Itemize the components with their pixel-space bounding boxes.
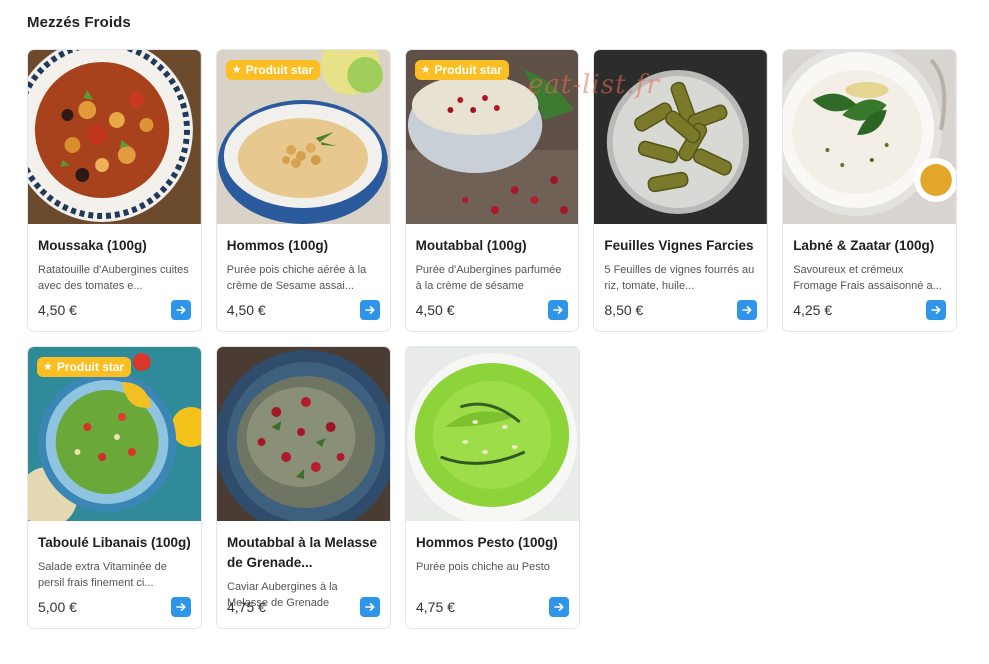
product-title: Taboulé Libanais (100g) <box>38 535 191 550</box>
product-description: Savoureux et crémeux Fromage Frais assai… <box>793 264 942 292</box>
star-icon: ★ <box>231 64 242 76</box>
product-card-labne-zaatar[interactable]: Labné & Zaatar (100g) Savoureux et créme… <box>782 49 957 332</box>
section-title: Mezzés Froids <box>27 14 131 31</box>
star-icon: ★ <box>43 361 53 373</box>
product-image <box>783 50 956 224</box>
product-row: ★ Produit star Taboulé Libanais (100g) S… <box>27 346 957 629</box>
product-title: Hommos (100g) <box>226 238 329 253</box>
product-description: Salade extra Vitaminée de persil frais f… <box>38 561 167 589</box>
product-title: Moussaka (100g) <box>38 238 147 253</box>
arrow-right-icon <box>554 603 564 611</box>
product-image <box>217 347 390 521</box>
product-grid: Moussaka (100g) Ratatouille d'Aubergines… <box>27 49 957 643</box>
product-price: 4,75 € <box>227 599 266 615</box>
product-title: Labné & Zaatar (100g) <box>793 238 935 253</box>
product-image <box>594 50 768 224</box>
badge-label: Produit star <box>245 63 314 77</box>
star-product-badge: ★ Produit star <box>225 60 321 80</box>
product-title: Moutabbal à la Melasse de Grenade... <box>227 535 378 570</box>
product-image <box>406 347 579 521</box>
arrow-right-icon <box>364 306 375 314</box>
open-product-button[interactable] <box>360 597 380 617</box>
product-card-hommos[interactable]: ★ Produit star Hommos (100g) Purée pois … <box>215 49 391 332</box>
open-product-button[interactable] <box>170 300 191 320</box>
arrow-right-icon <box>365 603 375 611</box>
star-product-badge: ★ Produit star <box>37 357 132 377</box>
product-row: Moussaka (100g) Ratatouille d'Aubergines… <box>27 49 957 332</box>
product-image <box>28 50 201 224</box>
product-price: 4,25 € <box>793 302 833 318</box>
open-product-button[interactable] <box>925 300 946 320</box>
product-title: Feuilles Vignes Farcies <box>604 238 754 253</box>
product-price: 5,00 € <box>38 599 77 615</box>
product-description: Purée pois chiche au Pesto <box>416 561 550 573</box>
arrow-right-icon <box>742 306 752 314</box>
badge-label: Produit star <box>434 63 502 77</box>
open-product-button[interactable] <box>549 597 569 617</box>
product-description: 5 Feuilles de vignes fourrés au riz, tom… <box>604 264 755 292</box>
open-product-button[interactable] <box>171 597 191 617</box>
open-product-button[interactable] <box>548 300 569 320</box>
arrow-right-icon <box>931 306 941 314</box>
star-icon: ★ <box>420 64 431 76</box>
product-card-taboule[interactable]: ★ Produit star Taboulé Libanais (100g) S… <box>27 346 202 629</box>
product-image: ★ Produit star <box>28 347 201 521</box>
product-description: Purée pois chiche aérée à la crème de Se… <box>226 264 367 292</box>
product-card-feuilles-vignes[interactable]: Feuilles Vignes Farcies 5 Feuilles de vi… <box>593 49 769 332</box>
product-card-hommos-pesto[interactable]: Hommos Pesto (100g) Purée pois chiche au… <box>405 346 580 629</box>
product-description: Ratatouille d'Aubergines cuites avec des… <box>38 264 189 292</box>
product-price: 4,50 € <box>38 302 77 318</box>
product-price: 4,50 € <box>415 302 455 318</box>
badge-label: Produit star <box>56 360 125 374</box>
star-product-badge: ★ Produit star <box>414 60 509 80</box>
arrow-right-icon <box>175 306 186 314</box>
product-title: Moutabbal (100g) <box>415 238 527 253</box>
product-price: 4,75 € <box>416 599 455 615</box>
arrow-right-icon <box>176 603 186 611</box>
product-description: Purée d'Aubergines parfumée à la crème d… <box>415 264 562 292</box>
product-card-moutabbal-melasse[interactable]: Moutabbal à la Melasse de Grenade... Cav… <box>216 346 391 629</box>
product-card-moussaka[interactable]: Moussaka (100g) Ratatouille d'Aubergines… <box>27 49 202 332</box>
product-image: ★ Produit star <box>405 50 579 224</box>
arrow-right-icon <box>553 306 563 314</box>
product-card-moutabbal[interactable]: ★ Produit star Moutabbal (100g) Purée d'… <box>404 49 580 332</box>
product-title: Hommos Pesto (100g) <box>416 535 558 550</box>
open-product-button[interactable] <box>359 300 380 320</box>
open-product-button[interactable] <box>737 300 758 320</box>
product-image: ★ Produit star <box>216 50 390 224</box>
product-price: 8,50 € <box>604 302 644 318</box>
product-price: 4,50 € <box>226 302 266 318</box>
